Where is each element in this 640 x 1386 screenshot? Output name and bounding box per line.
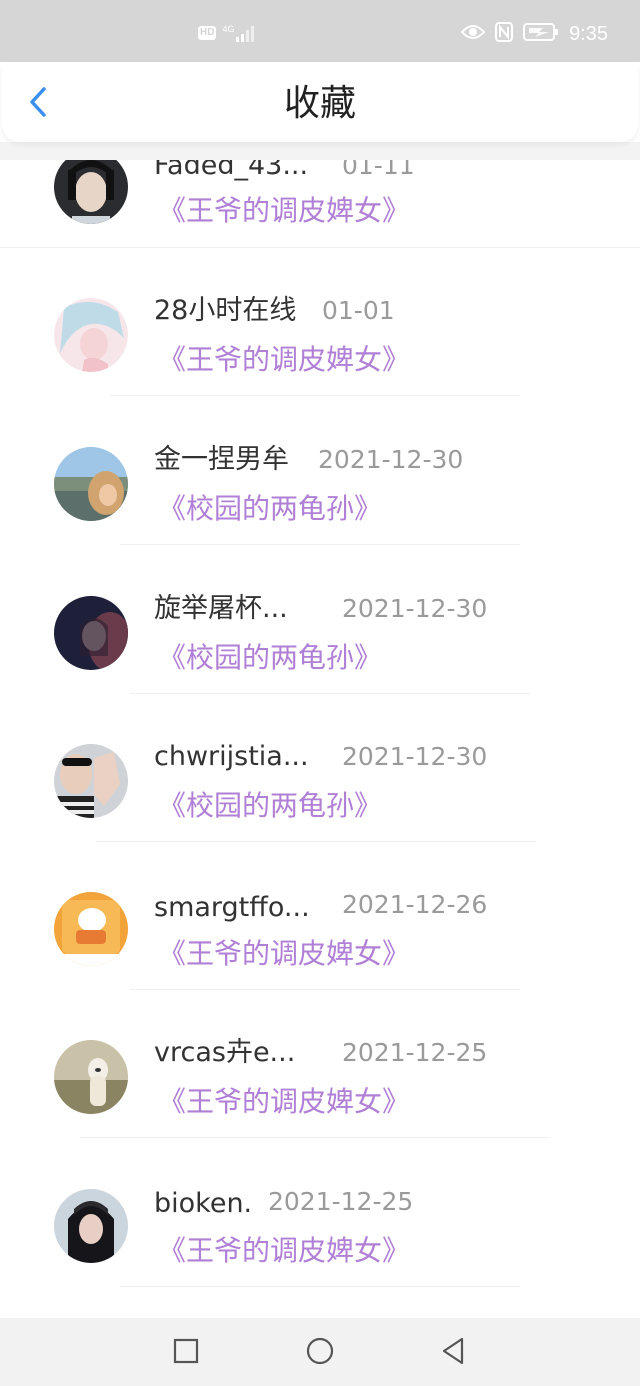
user-name: chwrijstia... — [154, 741, 309, 772]
favorite-date: 2021-12-30 — [342, 742, 488, 771]
eye-icon — [460, 24, 486, 44]
book-title-link[interactable]: 《校园的两龟孙》 — [158, 640, 382, 676]
book-title-link[interactable]: 《王爷的调皮婢女》 — [158, 1084, 410, 1120]
avatar — [54, 1189, 128, 1263]
list-item[interactable]: 旋举屠杯... 2021-12-30 《校园的两龟孙》 — [0, 546, 640, 694]
book-title-link[interactable]: 《王爷的调皮婢女》 — [158, 1233, 410, 1269]
favorite-date: 2021-12-30 — [342, 594, 488, 623]
avatar — [54, 596, 128, 670]
favorite-date: 2021-12-30 — [318, 445, 464, 474]
home-icon — [306, 1337, 334, 1369]
app-header: 收藏 — [2, 62, 638, 142]
status-bar: HD 4G 9:35 — [0, 0, 640, 62]
avatar — [54, 150, 128, 224]
nfc-icon — [495, 22, 514, 46]
book-title-link[interactable]: 《王爷的调皮婢女》 — [158, 193, 410, 229]
back-icon — [440, 1337, 466, 1369]
list-item[interactable]: 28小时在线 01-01 《王爷的调皮婢女》 — [0, 248, 640, 396]
avatar — [54, 1040, 128, 1114]
signal-icon: 4G — [222, 24, 256, 42]
avatar — [54, 447, 128, 521]
favorite-date: 2021-12-26 — [342, 890, 488, 919]
user-name: smargtffo... — [154, 892, 310, 923]
recent-apps-button[interactable] — [171, 1338, 201, 1368]
book-title-link[interactable]: 《王爷的调皮婢女》 — [158, 342, 410, 378]
list-item[interactable]: smargtffo... 2021-12-26 《王爷的调皮婢女》 — [0, 842, 640, 990]
system-indicators: 9:35 — [460, 22, 608, 46]
network-indicators: HD 4G — [198, 24, 256, 42]
avatar — [54, 744, 128, 818]
favorites-list[interactable]: Faded_43... 01-11 《王爷的调皮婢女》 28小时在线 01-01… — [0, 0, 640, 1318]
user-name: 金一捏男牟 — [154, 444, 289, 475]
status-time: 9:35 — [569, 22, 608, 45]
avatar — [54, 892, 128, 966]
list-item[interactable]: chwrijstia... 2021-12-30 《校园的两龟孙》 — [0, 694, 640, 842]
divider — [120, 1286, 520, 1287]
user-name: bioken. — [154, 1188, 253, 1219]
favorite-date: 2021-12-25 — [342, 1038, 488, 1067]
network-type: 4G — [222, 24, 235, 34]
book-title-link[interactable]: 《校园的两龟孙》 — [158, 491, 382, 527]
list-item[interactable]: 金一捏男牟 2021-12-30 《校园的两龟孙》 — [0, 397, 640, 545]
recent-apps-icon — [173, 1338, 199, 1368]
book-title-link[interactable]: 《王爷的调皮婢女》 — [158, 936, 410, 972]
user-name: vrcas卉e... — [154, 1037, 296, 1068]
hd-badge: HD — [198, 26, 217, 40]
header-shadow — [0, 142, 640, 160]
home-button[interactable] — [305, 1337, 335, 1369]
battery-icon — [523, 23, 559, 45]
system-nav-bar — [0, 1318, 640, 1386]
list-item[interactable]: vrcas卉e... 2021-12-25 《王爷的调皮婢女》 — [0, 990, 640, 1138]
user-name: 旋举屠杯... — [154, 593, 288, 624]
page-title: 收藏 — [283, 83, 356, 124]
divider — [120, 544, 520, 545]
avatar — [54, 298, 128, 372]
favorite-date: 01-01 — [322, 296, 395, 325]
divider — [110, 395, 520, 396]
favorite-date: 2021-12-25 — [268, 1187, 414, 1216]
list-item[interactable]: bioken. 2021-12-25 《王爷的调皮婢女》 — [0, 1139, 640, 1287]
divider — [80, 1137, 550, 1138]
user-name: 28小时在线 — [154, 295, 297, 326]
back-nav-button[interactable] — [438, 1337, 468, 1369]
book-title-link[interactable]: 《校园的两龟孙》 — [158, 788, 382, 824]
